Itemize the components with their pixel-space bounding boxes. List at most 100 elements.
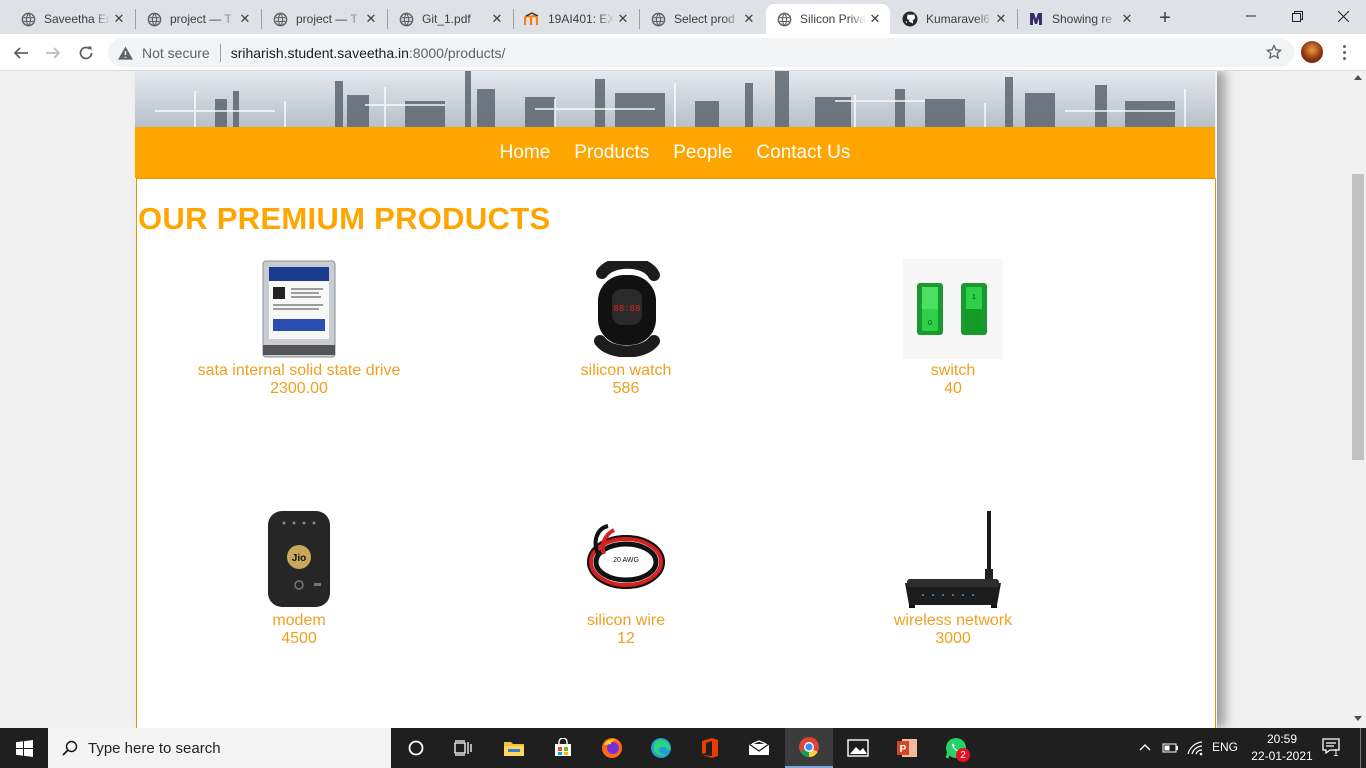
bookmark-star-icon[interactable] — [1265, 43, 1283, 63]
file-explorer-icon[interactable] — [490, 728, 538, 768]
cortana-icon[interactable] — [392, 728, 440, 768]
globe-icon — [20, 11, 36, 27]
product-card[interactable]: wireless network 3000 — [793, 509, 1113, 648]
svg-text:Jio: Jio — [292, 553, 306, 564]
url-host: sriharish.student.saveetha.in — [230, 44, 409, 61]
close-tab-icon[interactable]: ✕ — [992, 10, 1010, 28]
office-icon[interactable] — [686, 728, 734, 768]
svg-text:1: 1 — [972, 294, 976, 301]
nav-people[interactable]: People — [673, 142, 732, 164]
nav-home[interactable]: Home — [500, 142, 551, 164]
router-icon[interactable] — [903, 509, 1003, 609]
not-secure-label[interactable]: Not secure — [142, 45, 210, 61]
product-card[interactable]: 20 AWG silicon wire 12 — [466, 509, 786, 648]
browser-tab[interactable]: project — T ✕ — [262, 4, 386, 34]
task-view-icon[interactable] — [440, 728, 488, 768]
browser-tab[interactable]: Kumaravel6 ✕ — [892, 4, 1016, 34]
product-price: 12 — [617, 630, 635, 647]
university-icon — [1028, 11, 1044, 27]
close-tab-icon[interactable]: ✕ — [236, 10, 254, 28]
scroll-up-icon[interactable] — [1354, 75, 1362, 80]
nav-contact-us[interactable]: Contact Us — [756, 142, 850, 164]
globe-icon — [650, 11, 666, 27]
microsoft-store-icon[interactable] — [539, 728, 587, 768]
wire-icon[interactable]: 20 AWG — [576, 509, 676, 609]
browser-tab-active[interactable]: Silicon Priva ✕ — [766, 4, 890, 34]
search-placeholder: Type here to search — [88, 739, 221, 757]
browser-tab[interactable]: 19AI401: EX ✕ — [514, 4, 638, 34]
svg-text:0: 0 — [928, 320, 932, 327]
close-tab-icon[interactable]: ✕ — [362, 10, 380, 28]
site-nav: Home Products People Contact Us — [135, 127, 1215, 178]
profile-avatar[interactable] — [1301, 41, 1323, 63]
svg-text:P: P — [900, 744, 907, 755]
tab-title: project — T — [296, 12, 358, 26]
chevron-up-icon[interactable] — [1138, 740, 1152, 754]
browser-tab[interactable]: Git_1.pdf ✕ — [388, 4, 512, 34]
scroll-down-icon[interactable] — [1354, 716, 1362, 721]
svg-text:88:88: 88:88 — [613, 304, 640, 314]
switch-icon[interactable]: 01 — [903, 259, 1003, 359]
modem-icon[interactable]: Jio — [249, 509, 349, 609]
close-tab-icon[interactable]: ✕ — [866, 10, 884, 28]
close-tab-icon[interactable]: ✕ — [488, 10, 506, 28]
address-bar[interactable]: Not secure sriharish.student.saveetha.in… — [108, 38, 1294, 67]
firefox-icon[interactable] — [588, 728, 636, 768]
taskbar-search-box[interactable]: Type here to search — [48, 728, 391, 768]
notification-count: 1 — [1333, 748, 1339, 759]
chrome-taskbar-icon[interactable] — [785, 728, 833, 768]
windows-taskbar: Type here to search P 2 ENG 20:59 22-01-… — [0, 728, 1366, 768]
smart-band-icon[interactable]: 88:88 — [576, 259, 676, 359]
photos-icon[interactable] — [834, 728, 882, 768]
product-card[interactable]: Jio modem 4500 — [139, 509, 459, 648]
new-tab-button[interactable]: + — [1152, 6, 1178, 30]
close-tab-icon[interactable]: ✕ — [740, 10, 758, 28]
product-name: switch — [930, 362, 976, 379]
moodle-icon — [524, 11, 540, 27]
globe-icon — [776, 11, 792, 27]
windows-start-icon[interactable] — [0, 728, 48, 768]
back-button[interactable] — [7, 39, 35, 67]
browser-tab[interactable]: Saveetha Er ✕ — [10, 4, 134, 34]
browser-tab-strip: Saveetha Er ✕ project — T ✕ project — T … — [0, 0, 1366, 34]
mail-icon[interactable] — [735, 728, 783, 768]
minimize-button[interactable] — [1228, 0, 1274, 32]
language-indicator[interactable]: ENG — [1212, 740, 1238, 754]
show-desktop-button[interactable] — [1360, 728, 1361, 768]
product-card[interactable]: 88:88 silicon watch 586 — [466, 259, 786, 398]
clock[interactable]: 20:59 22-01-2021 — [1246, 731, 1318, 765]
forward-button[interactable] — [39, 39, 67, 67]
battery-icon[interactable] — [1162, 741, 1180, 755]
browser-tab[interactable]: Select prod ✕ — [640, 4, 764, 34]
close-tab-icon[interactable]: ✕ — [110, 10, 128, 28]
tab-title: Kumaravel6 — [926, 12, 991, 26]
warning-icon[interactable] — [118, 45, 134, 60]
hard-drive-icon[interactable] — [249, 259, 349, 359]
globe-icon — [398, 11, 414, 27]
close-tab-icon[interactable]: ✕ — [1118, 10, 1136, 28]
clock-time: 20:59 — [1266, 732, 1298, 746]
browser-toolbar: Not secure sriharish.student.saveetha.in… — [0, 34, 1366, 71]
tab-title: Saveetha Er — [44, 12, 110, 26]
restore-button[interactable] — [1274, 0, 1320, 32]
wifi-icon[interactable] — [1187, 740, 1205, 756]
notifications-icon[interactable]: 1 — [1322, 738, 1344, 760]
product-name: silicon watch — [580, 362, 672, 379]
product-card[interactable]: sata internal solid state drive 2300.00 — [139, 259, 459, 398]
browser-tab[interactable]: project — T ✕ — [136, 4, 260, 34]
product-price: 586 — [612, 380, 640, 397]
whatsapp-icon[interactable]: 2 — [932, 728, 980, 768]
globe-icon — [272, 11, 288, 27]
menu-kebab-icon[interactable] — [1334, 42, 1354, 62]
product-card[interactable]: 01 switch 40 — [793, 259, 1113, 398]
close-window-button[interactable] — [1320, 0, 1366, 32]
edge-icon[interactable] — [637, 728, 685, 768]
close-tab-icon[interactable]: ✕ — [614, 10, 632, 28]
browser-tab[interactable]: Showing re ✕ — [1018, 4, 1142, 34]
powerpoint-icon[interactable]: P — [883, 728, 931, 768]
scrollbar-thumb[interactable] — [1352, 174, 1364, 460]
page-scrollbar[interactable] — [1350, 71, 1366, 728]
products-section: OUR PREMIUM PRODUCTS sata internal solid… — [136, 178, 1216, 728]
reload-button[interactable] — [72, 39, 100, 67]
nav-products[interactable]: Products — [574, 142, 649, 164]
